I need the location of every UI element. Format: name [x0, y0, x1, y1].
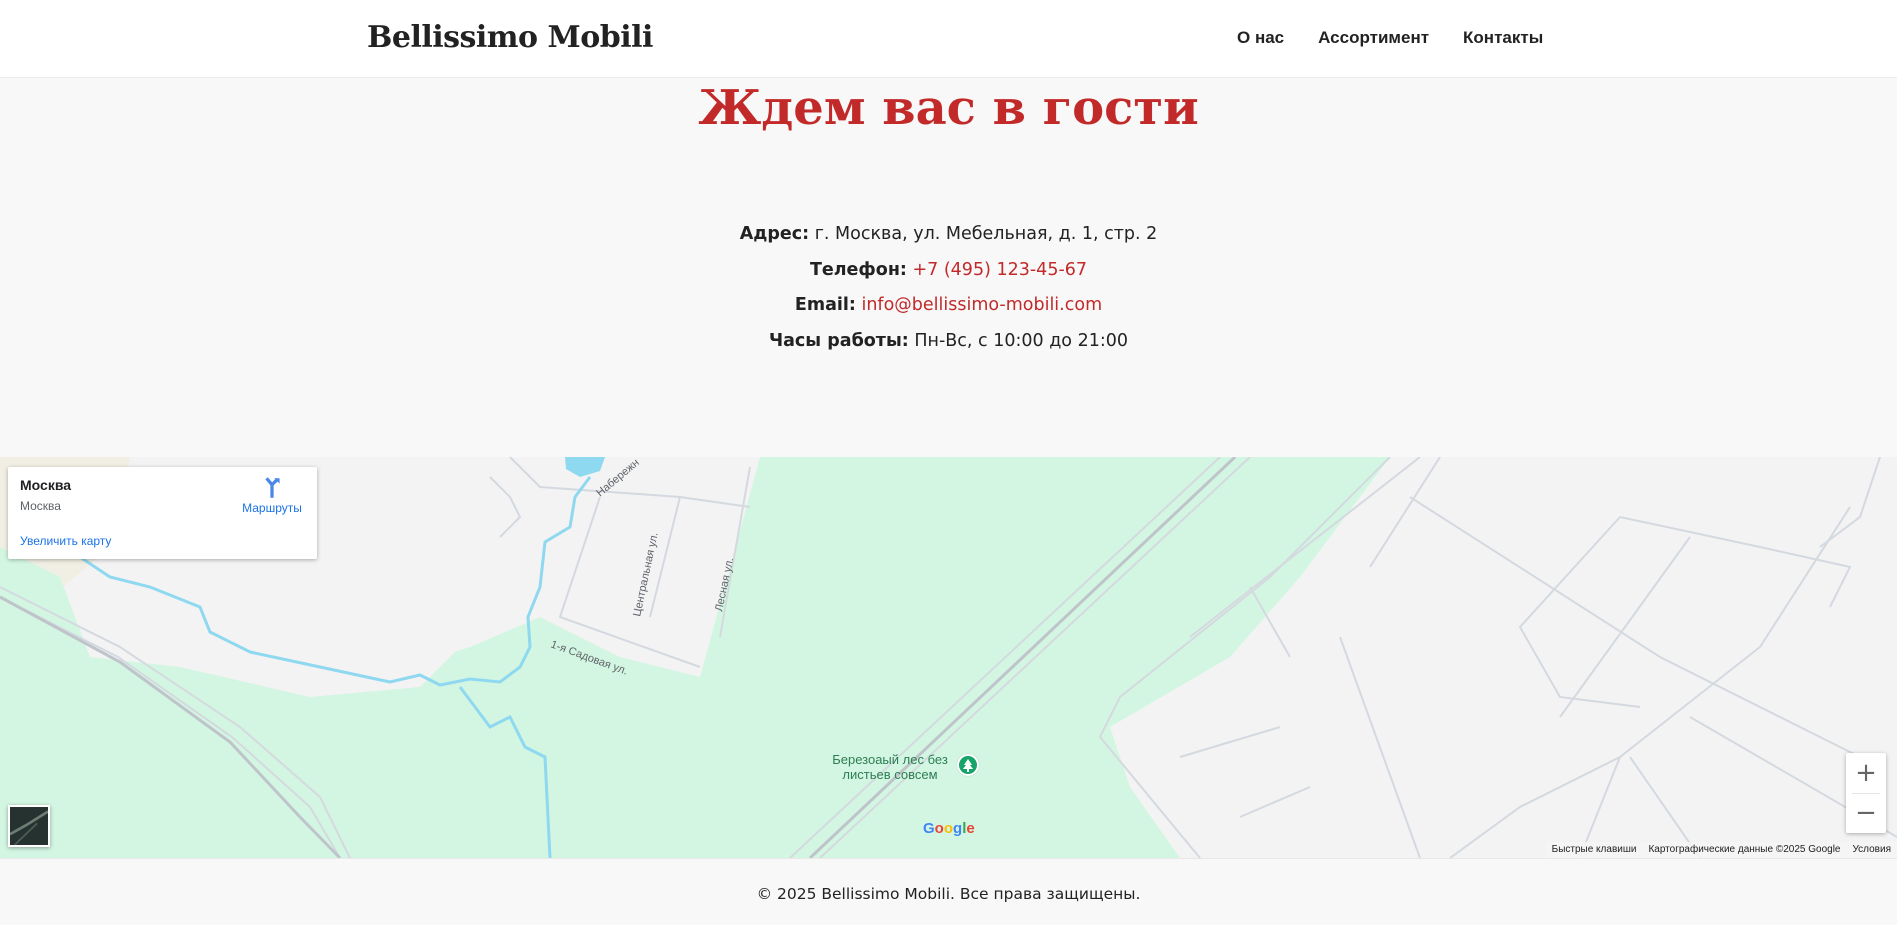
google-logo-letter: o	[943, 820, 954, 837]
hours-value: Пн-Вс, с 10:00 до 21:00	[914, 330, 1129, 351]
terms-link[interactable]: Условия	[1846, 842, 1897, 858]
embedded-map[interactable]: Набережн Центральная ул. Лесная ул. 1-я …	[0, 457, 1897, 858]
tree-icon[interactable]	[957, 754, 979, 776]
email-line: Email: info@bellissimo-mobili.com	[0, 291, 1897, 327]
site-footer: © 2025 Bellissimo Mobili. Все права защи…	[0, 858, 1897, 925]
directions-label: Маршруты	[242, 501, 302, 515]
zoom-in-button[interactable]: +	[1846, 753, 1886, 793]
zoom-out-button[interactable]: −	[1846, 793, 1886, 833]
phone-label: Телефон:	[809, 259, 907, 280]
email-label: Email:	[794, 295, 856, 315]
zoom-controls: + −	[1846, 753, 1886, 833]
contact-info: Адрес: г. Москва, ул. Мебельная, д. 1, с…	[0, 220, 1897, 362]
google-logo-letter: g	[953, 820, 963, 837]
page-title: Ждем вас в гости	[698, 80, 1199, 136]
nav-link-assortment[interactable]: Ассортимент	[1318, 28, 1429, 48]
satellite-thumbnail-icon	[10, 807, 48, 845]
nav-link-contacts[interactable]: Контакты	[1463, 28, 1543, 48]
google-logo-letter: G	[923, 820, 935, 837]
copyright-text: © 2025 Bellissimo Mobili. Все права защи…	[756, 885, 1141, 903]
main-nav: О нас Ассортимент Контакты	[1237, 28, 1543, 48]
satellite-layer-button[interactable]	[8, 805, 50, 847]
google-logo-letter: o	[934, 820, 944, 837]
hours-line: Часы работы: Пн-Вс, с 10:00 до 21:00	[0, 327, 1897, 363]
hours-label: Часы работы:	[768, 330, 909, 351]
enlarge-map-link[interactable]: Увеличить карту	[20, 534, 111, 548]
map-place-card: Москва Москва Увеличить карту Маршруты	[8, 467, 317, 559]
directions-icon	[265, 477, 280, 498]
phone-link[interactable]: +7 (495) 123-45-67	[912, 260, 1087, 280]
map-attribution: Быстрые клавиши Картографические данные …	[1545, 842, 1897, 858]
email-link[interactable]: info@bellissimo-mobili.com	[861, 295, 1102, 315]
google-logo: Google	[923, 820, 975, 837]
google-logo-letter: e	[966, 820, 975, 837]
tree-glyph-icon	[963, 759, 973, 772]
site-logo[interactable]: Bellissimo Mobili	[367, 20, 653, 55]
keyboard-shortcuts-link[interactable]: Быстрые клавиши	[1546, 842, 1643, 858]
directions-button[interactable]: Маршруты	[234, 475, 310, 515]
site-header: Bellissimo Mobili О нас Ассортимент Конт…	[0, 0, 1897, 78]
place-address: Москва	[20, 499, 61, 513]
nav-link-about[interactable]: О нас	[1237, 28, 1284, 48]
phone-line: Телефон: +7 (495) 123-45-67	[0, 256, 1897, 292]
place-name: Москва	[20, 477, 72, 493]
address-line: Адрес: г. Москва, ул. Мебельная, д. 1, с…	[0, 220, 1897, 256]
address-label: Адрес:	[739, 224, 810, 244]
address-value: г. Москва, ул. Мебельная, д. 1, стр. 2	[814, 224, 1158, 244]
poi-label[interactable]: Березоаый лес без листьев совсем	[826, 752, 954, 782]
map-data-credit: Картографические данные ©2025 Google	[1648, 844, 1841, 855]
